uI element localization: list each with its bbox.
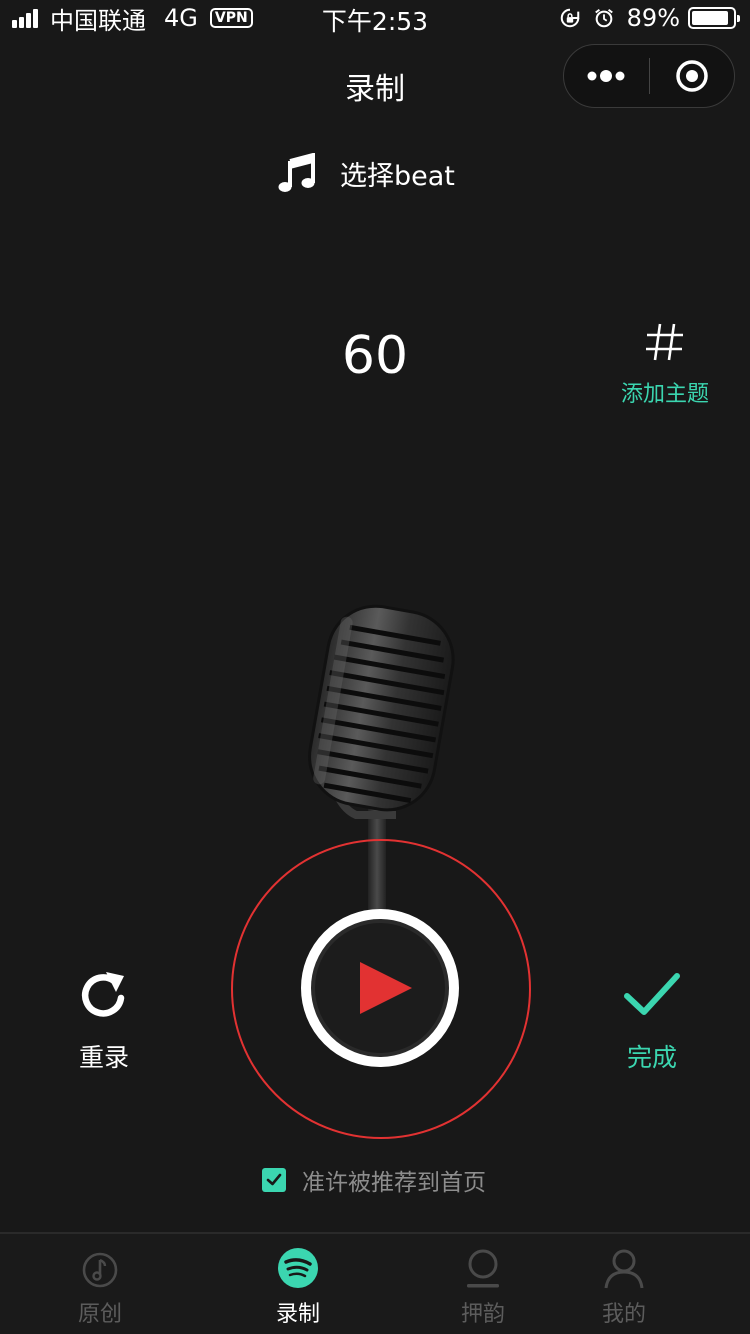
spotify-like-icon (278, 1248, 318, 1288)
checkmark-icon (624, 973, 680, 1015)
close-miniprogram-button[interactable] (650, 44, 735, 108)
rotation-lock-icon (560, 8, 579, 28)
tab-original[interactable]: 原创 (30, 1234, 170, 1334)
select-beat-button[interactable]: 选择beat (278, 150, 455, 196)
recommend-label: 准许被推荐到首页 (302, 1170, 486, 1196)
tab-label: 我的 (601, 1302, 646, 1327)
battery-tip (737, 15, 740, 22)
tab-rhyme[interactable]: 押韵 (413, 1234, 553, 1334)
tab-label: 录制 (275, 1302, 320, 1327)
add-topic-button[interactable]: 添加主题 (610, 320, 720, 408)
miniprogram-capsule (563, 44, 735, 108)
more-button[interactable] (564, 44, 649, 108)
tab-bar: 原创 录制 押韵 我的 (0, 1232, 750, 1334)
battery-fill (692, 11, 728, 25)
play-icon (360, 962, 412, 1014)
recommend-option[interactable]: 准许被推荐到首页 (262, 1164, 486, 1196)
tab-mine[interactable]: 我的 (554, 1234, 694, 1334)
check-icon (266, 1173, 282, 1186)
battery-icon (688, 7, 740, 29)
done-label: 完成 (626, 1043, 677, 1072)
tab-record[interactable]: 录制 (228, 1234, 368, 1334)
status-right: 89% (559, 4, 740, 32)
select-beat-label: 选择beat (340, 160, 455, 192)
profile-icon (604, 1249, 644, 1289)
hash-icon (646, 323, 683, 361)
more-dots-icon (587, 70, 625, 82)
done-button[interactable]: 完成 (610, 968, 694, 1074)
add-topic-label: 添加主题 (620, 382, 709, 407)
rerecord-label: 重录 (78, 1043, 129, 1072)
rhyme-icon (467, 1249, 499, 1288)
recommend-checkbox[interactable] (262, 1168, 286, 1192)
record-screen: 中国联通 4G VPN 下午2:53 89% 录制 选择beat 60 添加主题… (0, 0, 750, 1334)
status-bar: 中国联通 4G VPN 下午2:53 89% (0, 0, 750, 36)
music-note-icon (278, 153, 315, 192)
alarm-icon (594, 8, 613, 28)
battery-percent: 89% (626, 4, 680, 32)
record-play-button[interactable] (301, 909, 459, 1067)
target-close-icon (676, 60, 708, 92)
tab-label: 原创 (77, 1302, 122, 1327)
refresh-icon (82, 972, 125, 1017)
disc-note-icon (82, 1252, 118, 1288)
rerecord-button[interactable]: 重录 (62, 968, 146, 1074)
tab-label: 押韵 (460, 1302, 505, 1327)
